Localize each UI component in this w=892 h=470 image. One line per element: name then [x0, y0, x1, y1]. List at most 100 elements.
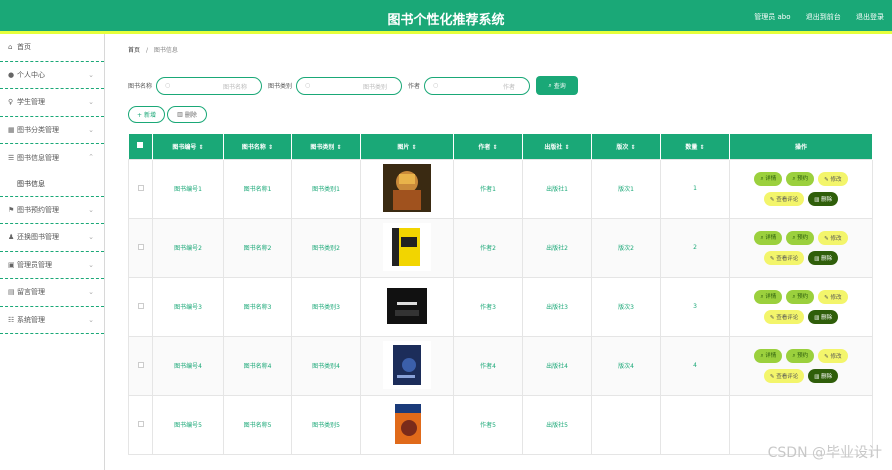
- row-checkbox[interactable]: [137, 420, 144, 427]
- action-buttons: + 新增 ▥ 删除: [128, 106, 209, 123]
- detail-button[interactable]: ⌕ 详情: [754, 230, 783, 245]
- col-header[interactable]: 图书名称 ⇕: [223, 134, 292, 159]
- home-icon: ⌂: [8, 43, 13, 52]
- col-header[interactable]: 图书类别 ⇕: [291, 134, 361, 159]
- row-delete-button[interactable]: ▥ 删除: [808, 368, 839, 383]
- reserve-button[interactable]: ⌕ 预约: [786, 171, 815, 186]
- sidebar-item-profile[interactable]: ● 个人中心 ⌄: [0, 62, 104, 89]
- cell-book-no: 图书编号5: [152, 394, 224, 455]
- col-header[interactable]: 作者 ⇕: [453, 134, 523, 159]
- cell-book-type: 图书类别4: [291, 335, 361, 396]
- cell-book-name: 图书名称1: [223, 158, 292, 219]
- row-select-cell[interactable]: [128, 158, 153, 219]
- sidebar-item-book-info[interactable]: ☰ 图书信息管理 ⌃: [0, 144, 104, 172]
- col-header[interactable]: 出版社 ⇕: [522, 134, 592, 159]
- cell-book-type: 图书类别1: [291, 158, 361, 219]
- row-checkbox[interactable]: [137, 361, 144, 368]
- list-icon: ☰: [8, 153, 15, 162]
- cell-publisher: 出版社3: [522, 276, 592, 337]
- sidebar-item-admin[interactable]: ▣ 管理员管理 ⌄: [0, 252, 104, 279]
- cell-operations: ⌕ 详情 ⌕ 预约 ✎ 修改 ✎ 查看评论 ▥ 删除: [729, 335, 873, 396]
- breadcrumb-home[interactable]: 首页: [128, 47, 140, 54]
- edit-button[interactable]: ✎ 修改: [818, 289, 848, 304]
- sidebar-item-messages[interactable]: ▤ 留言管理 ⌄: [0, 279, 104, 307]
- book-table: 图书编号 ⇕ 图书名称 ⇕ 图书类别 ⇕ 图片 ⇕ 作者 ⇕ 出版社 ⇕ 版次 …: [128, 134, 873, 455]
- category-icon: ▦: [8, 125, 15, 134]
- chevron-down-icon: ⌄: [88, 260, 94, 269]
- table-row: 图书编号5 图书名称5 图书类别5 作者5 出版社5: [128, 394, 873, 455]
- cell-operations: ⌕ 详情 ⌕ 预约 ✎ 修改 ✎ 查看评论 ▥ 删除: [729, 158, 873, 219]
- top-bar: 图书个性化推荐系统 管理员 abo 退出到前台 退出登录: [0, 0, 892, 34]
- cell-quantity: 2: [660, 217, 730, 278]
- reserve-button[interactable]: ⌕ 预约: [786, 289, 815, 304]
- cell-edition: 版次4: [591, 335, 661, 396]
- cell-quantity: 1: [660, 158, 730, 219]
- select-all-cell[interactable]: [128, 134, 153, 159]
- message-icon: ▤: [8, 288, 15, 297]
- row-delete-button[interactable]: ▥ 删除: [808, 309, 839, 324]
- edit-button[interactable]: ✎ 修改: [818, 171, 848, 186]
- table-row: 图书编号3 图书名称3 图书类别3 作者3 出版社3 版次3 3 ⌕ 详情 ⌕ 预约 ✎ 修…: [128, 276, 873, 337]
- view-review-button[interactable]: ✎ 查看评论: [763, 191, 805, 206]
- book-name-input[interactable]: ○ 图书名称: [156, 76, 263, 95]
- view-review-button[interactable]: ✎ 查看评论: [763, 250, 805, 265]
- chevron-down-icon: ⌄: [88, 315, 94, 324]
- settings-icon: ☷: [8, 315, 15, 324]
- cell-cover: [360, 158, 454, 219]
- cell-operations: ⌕ 详情 ⌕ 预约 ✎ 修改 ✎ 查看评论 ▥ 删除: [729, 217, 873, 278]
- logout-link[interactable]: 退出登录: [856, 13, 884, 21]
- detail-button[interactable]: ⌕ 详情: [754, 289, 783, 304]
- exchange-icon: ♟: [8, 233, 15, 242]
- row-select-cell[interactable]: [128, 335, 153, 396]
- sidebar: ⌂ 首页 ● 个人中心 ⌄ ♀ 学生管理 ⌄ ▦ 图书分类管理 ⌄ ☰ 图书信息管理 ⌃ 图书信息…: [0, 34, 105, 470]
- sidebar-item-home[interactable]: ⌂ 首页: [0, 34, 104, 62]
- sidebar-item-return[interactable]: ♟ 还换图书管理 ⌄: [0, 224, 104, 252]
- view-review-button[interactable]: ✎ 查看评论: [763, 368, 805, 383]
- row-select-cell[interactable]: [128, 217, 153, 278]
- detail-button[interactable]: ⌕ 详情: [754, 348, 783, 363]
- author-input[interactable]: ○ 作者: [424, 76, 531, 95]
- back-to-front-link[interactable]: 退出到前台: [806, 13, 841, 21]
- cell-quantity: [660, 394, 730, 455]
- select-all-checkbox[interactable]: [137, 142, 144, 149]
- col-header[interactable]: 图书编号 ⇕: [152, 134, 224, 159]
- row-select-cell[interactable]: [128, 276, 153, 337]
- cell-edition: 版次2: [591, 217, 661, 278]
- user-icon: ●: [8, 70, 15, 79]
- row-checkbox[interactable]: [137, 243, 144, 250]
- row-checkbox[interactable]: [137, 302, 144, 309]
- sidebar-item-reservation[interactable]: ⚑ 图书预约管理 ⌄: [0, 197, 104, 224]
- book-cover-image: [383, 163, 431, 212]
- view-review-button[interactable]: ✎ 查看评论: [763, 309, 805, 324]
- row-delete-button[interactable]: ▥ 删除: [808, 191, 839, 206]
- detail-button[interactable]: ⌕ 详情: [754, 171, 783, 186]
- reserve-button[interactable]: ⌕ 预约: [786, 348, 815, 363]
- row-checkbox[interactable]: [137, 184, 144, 191]
- col-header-ops: 操作: [729, 134, 873, 159]
- col-header[interactable]: 图片 ⇕: [360, 134, 454, 159]
- chevron-down-icon: ⌄: [88, 205, 94, 214]
- sidebar-subitem-book-info[interactable]: 图书信息: [0, 172, 104, 197]
- col-header[interactable]: 数量 ⇕: [660, 134, 730, 159]
- search-button[interactable]: ⌕ 查询: [536, 76, 579, 95]
- cell-book-name: 图书名称4: [223, 335, 292, 396]
- cell-quantity: 4: [660, 335, 730, 396]
- sidebar-item-system[interactable]: ☷ 系统管理 ⌄: [0, 307, 104, 334]
- sidebar-item-category[interactable]: ▦ 图书分类管理 ⌄: [0, 117, 104, 144]
- col-header[interactable]: 版次 ⇕: [591, 134, 661, 159]
- cell-author: 作者2: [453, 217, 523, 278]
- sidebar-item-students[interactable]: ♀ 学生管理 ⌄: [0, 89, 104, 117]
- table-header-row: 图书编号 ⇕ 图书名称 ⇕ 图书类别 ⇕ 图片 ⇕ 作者 ⇕ 出版社 ⇕ 版次 …: [128, 134, 873, 159]
- row-select-cell[interactable]: [128, 394, 153, 455]
- add-button[interactable]: + 新增: [128, 106, 165, 123]
- edit-button[interactable]: ✎ 修改: [818, 230, 848, 245]
- cell-author: 作者4: [453, 335, 523, 396]
- row-delete-button[interactable]: ▥ 删除: [808, 250, 839, 265]
- edit-button[interactable]: ✎ 修改: [818, 348, 848, 363]
- cell-quantity: 3: [660, 276, 730, 337]
- reserve-button[interactable]: ⌕ 预约: [786, 230, 815, 245]
- book-type-input[interactable]: ○ 图书类别: [296, 76, 403, 95]
- cell-publisher: 出版社1: [522, 158, 592, 219]
- search-icon: ○: [165, 82, 171, 89]
- batch-delete-button[interactable]: ▥ 删除: [167, 106, 207, 123]
